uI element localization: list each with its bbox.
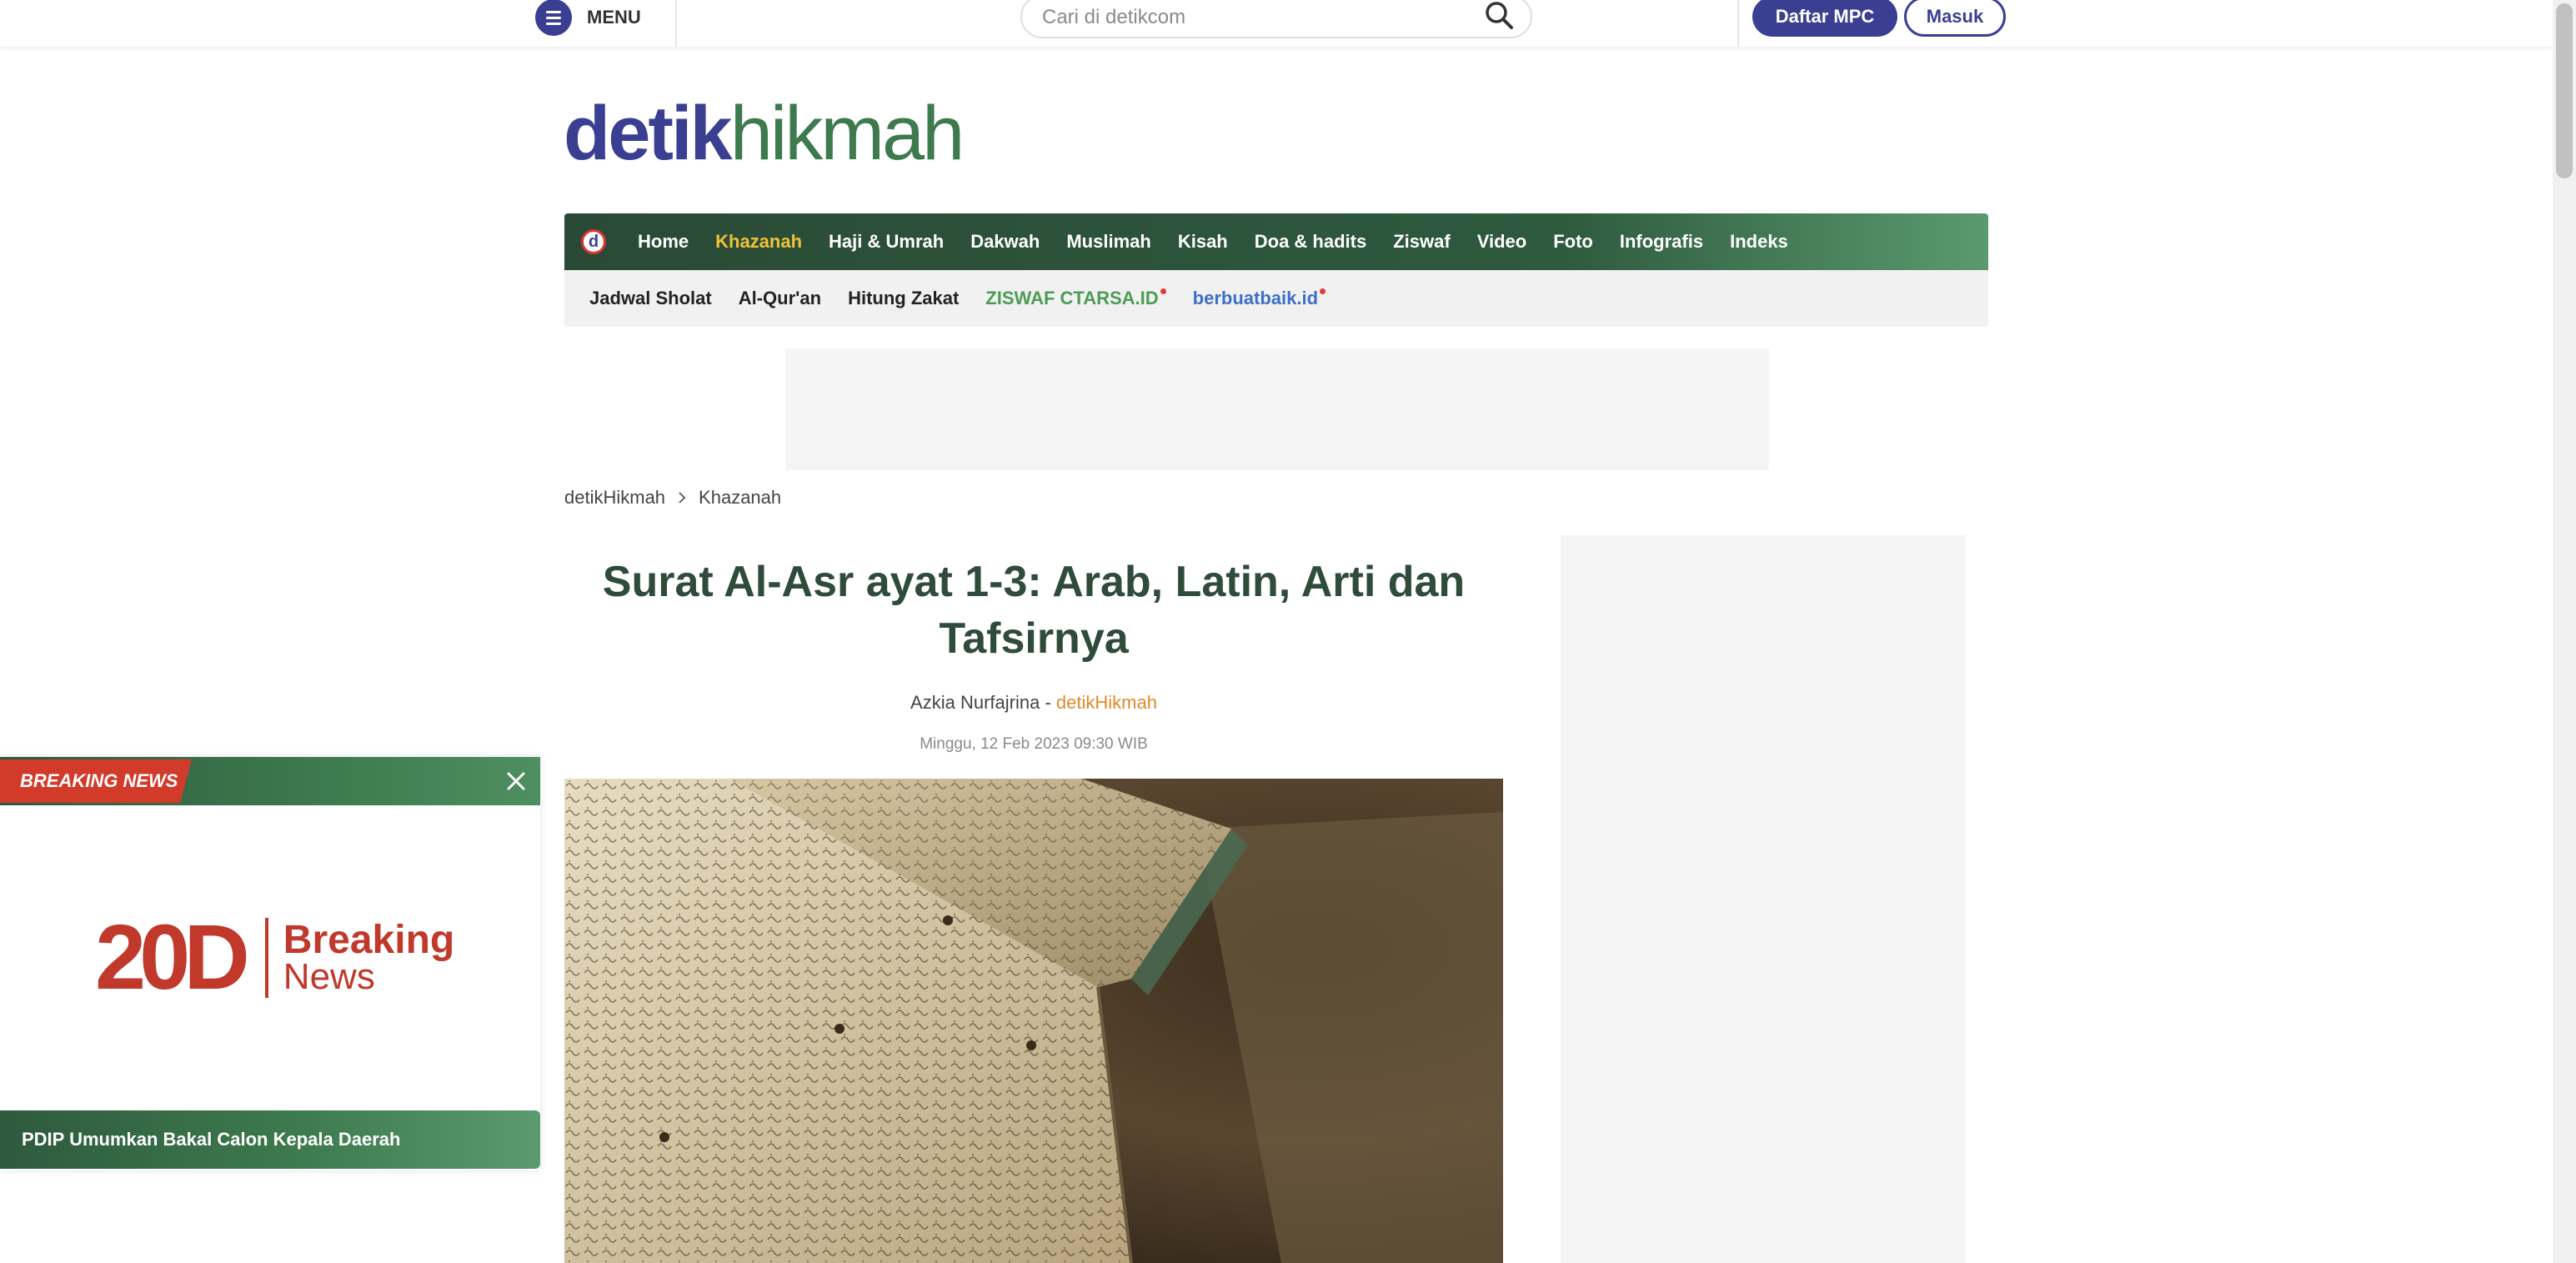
secondary-nav: Jadwal Sholat Al-Qur'an Hitung Zakat ZIS…	[564, 270, 1988, 327]
new-dot-indicator	[1320, 288, 1326, 294]
logo-part-detik: detik	[564, 91, 733, 176]
author-line: Azkia Nurfajrina - detikHikmah	[564, 692, 1503, 714]
author-separator: -	[1040, 692, 1056, 713]
nav-item-home[interactable]: Home	[624, 231, 702, 253]
subnav-al-quran[interactable]: Al-Qur'an	[725, 288, 834, 309]
subnav-label: Al-Qur'an	[738, 288, 822, 308]
nav-item-video[interactable]: Video	[1464, 231, 1541, 253]
scrollbar-thumb[interactable]	[2556, 3, 2573, 178]
article-source-link[interactable]: detikHikmah	[1056, 692, 1157, 713]
breaking-news-headline[interactable]: PDIP Umumkan Bakal Calon Kepala Daerah	[0, 1110, 540, 1169]
quran-book-image	[564, 779, 1503, 1263]
top-ad-slot	[785, 348, 1769, 470]
breadcrumb-current[interactable]: Khazanah	[699, 487, 781, 509]
subnav-label: berbuatbaik.id	[1192, 288, 1319, 308]
site-logo[interactable]: detikhikmah	[564, 95, 965, 172]
search-box	[1020, 0, 1532, 38]
divider	[675, 0, 677, 47]
menu-button[interactable]: MENU	[535, 0, 641, 36]
chevron-right-icon	[679, 492, 686, 504]
nav-item-doa-hadits[interactable]: Doa & hadits	[1241, 231, 1380, 253]
breadcrumb-root[interactable]: detikHikmah	[564, 487, 665, 509]
logo-word-breaking: Breaking	[283, 918, 455, 962]
sidebar-ad-slot	[1561, 535, 1966, 1263]
login-button[interactable]: Masuk	[1904, 0, 2006, 37]
primary-nav: d Home Khazanah Haji & Umrah Dakwah Musl…	[564, 213, 1988, 270]
new-dot-indicator	[1160, 288, 1166, 294]
nav-item-kisah[interactable]: Kisah	[1165, 231, 1241, 253]
author-name: Azkia Nurfajrina	[910, 692, 1040, 713]
logo-word-news: News	[283, 956, 375, 997]
subnav-berbuatbaik[interactable]: berbuatbaik.id	[1180, 288, 1339, 309]
breaking-news-label: BREAKING NEWS	[0, 759, 192, 803]
subnav-label: ZISWAF CTARSA.ID	[985, 288, 1159, 308]
register-button[interactable]: Daftar MPC	[1752, 0, 1897, 37]
breaking-news-widget: BREAKING NEWS 20D Breaking News PDIP Umu…	[0, 757, 540, 1170]
nav-item-haji-umrah[interactable]: Haji & Umrah	[815, 231, 957, 253]
menu-label: MENU	[587, 7, 641, 28]
close-icon[interactable]	[504, 769, 529, 794]
scrollbar[interactable]	[2553, 0, 2576, 1263]
divider	[1737, 0, 1739, 47]
breaking-news-logo: 20D Breaking News	[95, 912, 454, 1004]
article-date: Minggu, 12 Feb 2023 09:30 WIB	[920, 735, 1148, 753]
search-input[interactable]	[1040, 2, 1461, 33]
logo-words: Breaking News	[283, 920, 454, 995]
nav-item-foto[interactable]: Foto	[1540, 231, 1606, 253]
logo-divider	[264, 918, 268, 998]
logo-20d: 20D	[95, 906, 250, 1009]
subnav-label: Hitung Zakat	[848, 288, 960, 308]
nav-item-muslimah[interactable]: Muslimah	[1053, 231, 1164, 253]
hamburger-icon[interactable]	[535, 0, 572, 36]
nav-item-ziswaf[interactable]: Ziswaf	[1380, 231, 1463, 253]
logo-part-hikmah: hikmah	[729, 91, 965, 176]
article-hero-image	[564, 779, 1503, 1263]
nav-item-infografis[interactable]: Infografis	[1606, 231, 1716, 253]
subnav-jadwal-sholat[interactable]: Jadwal Sholat	[576, 288, 725, 309]
nav-item-khazanah[interactable]: Khazanah	[702, 231, 815, 253]
subnav-label: Jadwal Sholat	[589, 288, 712, 308]
top-bar: MENU Daftar MPC Masuk	[0, 0, 2553, 47]
nav-item-dakwah[interactable]: Dakwah	[957, 231, 1053, 253]
breadcrumb: detikHikmah Khazanah	[564, 487, 781, 509]
search-icon[interactable]	[1482, 0, 1516, 32]
breaking-news-header: BREAKING NEWS	[0, 757, 540, 805]
subnav-ziswaf-ctarsa[interactable]: ZISWAF CTARSA.ID	[972, 288, 1179, 309]
subnav-hitung-zakat[interactable]: Hitung Zakat	[834, 288, 972, 309]
detik-d-icon[interactable]: d	[581, 229, 606, 254]
article-title: Surat Al-Asr ayat 1-3: Arab, Latin, Arti…	[602, 558, 1466, 663]
nav-item-indeks[interactable]: Indeks	[1716, 231, 1802, 253]
